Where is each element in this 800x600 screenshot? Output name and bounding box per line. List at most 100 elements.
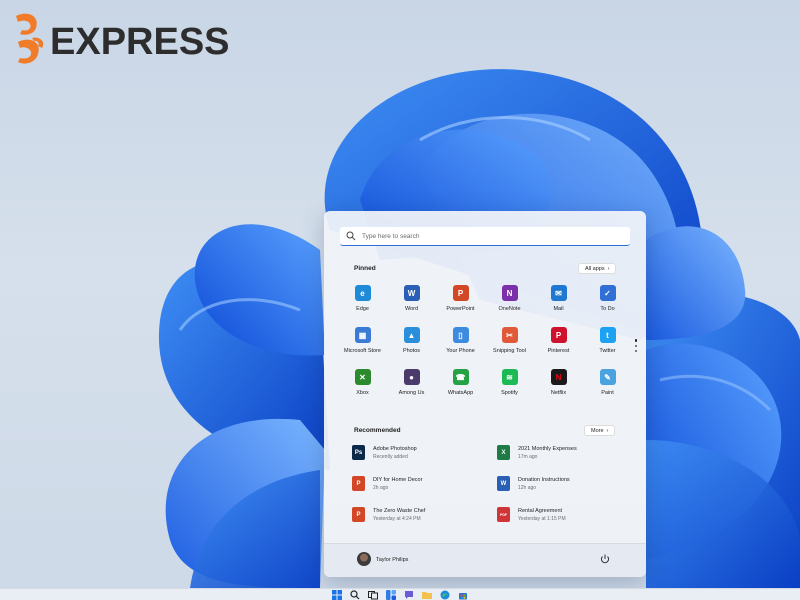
recommended-item-time: 17m ago <box>518 454 538 460</box>
page-dot[interactable] <box>635 349 637 352</box>
recommended-item[interactable]: P DIY for Home Decor 2h ago <box>352 476 497 507</box>
search-input[interactable] <box>362 232 612 240</box>
more-button[interactable]: More › <box>584 425 616 436</box>
recommended-list: Ps Adobe Photoshop Recently added X 2021 Mon… <box>352 445 622 538</box>
mail-icon: ✉ <box>550 285 567 301</box>
more-label: More <box>591 427 604 434</box>
file-explorer-icon[interactable] <box>422 589 433 600</box>
edge-icon[interactable] <box>440 589 451 600</box>
pinned-apps-grid: e Edge W Word P PowerPoint N OneNote ✉ Mail ✓ To Do… <box>338 285 632 411</box>
recommended-item-name: The Zero Waste Chef <box>373 508 426 514</box>
pinned-app-paint[interactable]: ✎ Paint <box>583 369 632 411</box>
pinned-app-pinterest[interactable]: P Pinterest <box>534 327 583 369</box>
recommended-item-name: Adobe Photoshop <box>373 446 417 452</box>
widgets-icon[interactable] <box>386 589 397 600</box>
excel-icon: X <box>497 445 510 460</box>
pinned-app-onenote[interactable]: N OneNote <box>485 285 534 327</box>
powerpoint-file-icon: P <box>352 476 365 491</box>
pinned-app-edge[interactable]: e Edge <box>338 285 387 327</box>
start-search-box[interactable] <box>340 227 630 246</box>
powerpoint-file-icon: P <box>352 507 365 522</box>
photoshop-icon: Ps <box>352 445 365 460</box>
pinned-app-to-do[interactable]: ✓ To Do <box>583 285 632 327</box>
chevron-right-icon: › <box>606 427 609 434</box>
pinned-app-photos[interactable]: ▲ Photos <box>387 327 436 369</box>
pinned-app-mail[interactable]: ✉ Mail <box>534 285 583 327</box>
pinned-app-among-us[interactable]: ● Among Us <box>387 369 436 411</box>
pinned-page-indicator[interactable] <box>634 339 638 352</box>
pinned-title: Pinned <box>354 265 376 272</box>
recommended-item[interactable]: W Donation Instructions 12h ago <box>497 476 622 507</box>
pinterest-icon: P <box>550 327 567 343</box>
word-file-icon: W <box>497 476 510 491</box>
chat-icon[interactable] <box>404 589 415 600</box>
page-dot-active[interactable] <box>634 339 638 342</box>
snipping-tool-icon: ✂ <box>501 327 518 343</box>
pinned-app-label: Your Phone <box>446 348 475 354</box>
pinned-app-label: Pinterest <box>547 348 570 354</box>
paint-icon: ✎ <box>599 369 616 385</box>
recommended-item-time: 2h ago <box>373 485 389 491</box>
pinned-app-xbox[interactable]: ✕ Xbox <box>338 369 387 411</box>
chevron-right-icon: › <box>607 265 610 272</box>
recommended-item[interactable]: Ps Adobe Photoshop Recently added <box>352 445 497 476</box>
pinned-app-label: Edge <box>356 306 369 312</box>
recommended-item[interactable]: PDF Rental Agreement Yesterday at 1:15 PM <box>497 507 622 538</box>
taskbar <box>0 588 800 600</box>
recommended-item-time: Yesterday at 4:24 PM <box>373 516 421 522</box>
word-icon: W <box>403 285 420 301</box>
recommended-title: Recommended <box>354 427 401 434</box>
pinned-app-label: Mail <box>553 306 564 312</box>
powerpoint-icon: P <box>452 285 469 301</box>
pinned-app-label: To Do <box>600 306 615 312</box>
all-apps-label: All apps <box>585 265 605 272</box>
pinned-app-powerpoint[interactable]: P PowerPoint <box>436 285 485 327</box>
pinned-app-label: Twitter <box>599 348 616 354</box>
whatsapp-icon: ☎ <box>452 369 469 385</box>
task-view-icon[interactable] <box>368 589 379 600</box>
todo-icon: ✓ <box>599 285 616 301</box>
recommended-item-name: DIY for Home Decor <box>373 477 423 483</box>
pinned-app-label: Microsoft Store <box>344 348 381 354</box>
store-icon[interactable] <box>458 589 469 600</box>
pinned-app-spotify[interactable]: ≋ Spotify <box>485 369 534 411</box>
pinned-app-label: Snipping Tool <box>493 348 526 354</box>
pinned-app-label: OneNote <box>498 306 521 312</box>
avatar[interactable] <box>357 552 371 566</box>
start-icon[interactable] <box>332 589 343 600</box>
pinned-app-your-phone[interactable]: ▯ Your Phone <box>436 327 485 369</box>
pinned-app-whatsapp[interactable]: ☎ WhatsApp <box>436 369 485 411</box>
spotify-icon: ≋ <box>501 369 518 385</box>
twitter-icon: t <box>599 327 616 343</box>
recommended-item-time: 12h ago <box>518 485 537 491</box>
pinned-app-label: Among Us <box>398 390 425 396</box>
netflix-icon: N <box>550 369 567 385</box>
recommended-item-name: Donation Instructions <box>518 477 570 483</box>
pinned-app-microsoft-store[interactable]: ▦ Microsoft Store <box>338 327 387 369</box>
store-icon: ▦ <box>354 327 371 343</box>
recommended-item[interactable]: X 2021 Monthly Expenses 17m ago <box>497 445 622 476</box>
recommended-item-time: Recently added <box>373 454 408 460</box>
user-bar: Taylor Philips <box>324 543 646 577</box>
pinned-app-label: Xbox <box>356 390 369 396</box>
power-icon[interactable] <box>599 553 611 565</box>
pinned-app-label: Netflix <box>550 390 567 396</box>
pinned-app-word[interactable]: W Word <box>387 285 436 327</box>
pinned-app-snipping-tool[interactable]: ✂ Snipping Tool <box>485 327 534 369</box>
phone-icon: ▯ <box>452 327 469 343</box>
pdf-file-icon: PDF <box>497 507 510 522</box>
all-apps-button[interactable]: All apps › <box>578 263 617 274</box>
pinned-app-label: WhatsApp <box>447 390 474 396</box>
pinned-app-twitter[interactable]: t Twitter <box>583 327 632 369</box>
search-icon[interactable] <box>350 589 361 600</box>
pinned-app-label: PowerPoint <box>446 306 475 312</box>
svg-text:EXPRESS: EXPRESS <box>50 21 230 63</box>
user-name[interactable]: Taylor Philips <box>376 557 408 563</box>
pinned-app-label: Paint <box>601 390 614 396</box>
recommended-item[interactable]: P The Zero Waste Chef Yesterday at 4:24 PM <box>352 507 497 538</box>
page-dot[interactable] <box>635 344 637 347</box>
onenote-icon: N <box>501 285 518 301</box>
pinned-app-netflix[interactable]: N Netflix <box>534 369 583 411</box>
recommended-item-name: 2021 Monthly Expenses <box>518 446 577 452</box>
recommended-item-name: Rental Agreement <box>518 508 563 514</box>
